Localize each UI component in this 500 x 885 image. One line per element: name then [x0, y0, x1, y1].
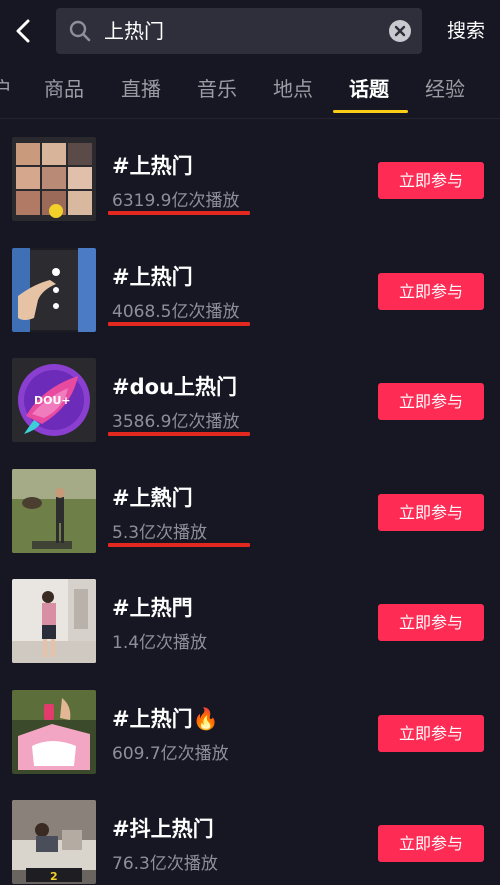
list-item[interactable]: #上热门🔥 609.7亿次播放 立即参与	[0, 679, 500, 790]
topic-views: 5.3亿次播放	[112, 522, 208, 543]
list-item[interactable]: #上热门 6319.9亿次播放 立即参与	[0, 126, 500, 237]
topic-views: 3586.9亿次播放	[112, 412, 240, 432]
topic-views: 4068.5亿次播放	[112, 301, 240, 322]
highlight-underline	[108, 432, 250, 436]
tab-live[interactable]: 直播	[121, 62, 161, 118]
highlight-underline	[108, 321, 250, 326]
dou-plus-logo-thumbnail: DOU+	[12, 358, 96, 442]
topic-title: #抖上热门	[112, 817, 214, 841]
category-tabs: 户 商品 直播 音乐 地点 话题 经验	[0, 62, 500, 118]
topic-title: #上热门	[112, 264, 193, 289]
tab-goods[interactable]: 商品	[44, 62, 84, 118]
tab-experience[interactable]: 经验	[425, 62, 465, 118]
search-icon	[69, 20, 91, 42]
topic-views: 76.3亿次播放	[112, 854, 218, 874]
join-button[interactable]: 立即参与	[378, 714, 484, 752]
topic-title: #上热门🔥	[112, 706, 219, 731]
topic-results-list: #上热门 6319.9亿次播放 立即参与 #上热门 4068.5亿次播放 立即参…	[0, 126, 500, 885]
join-button[interactable]: 立即参与	[378, 383, 484, 420]
phone-hand-thumbnail	[12, 247, 96, 332]
list-item[interactable]: #上热门 4068.5亿次播放 立即参与	[0, 237, 500, 348]
svg-text:DOU+: DOU+	[34, 394, 71, 407]
chevron-left-icon	[16, 19, 30, 43]
tabs-divider	[0, 118, 500, 119]
app-screen: 上热门 搜索 户 商品 直播 音乐 地点 话题 经验 #上热门 6319.9亿次…	[0, 0, 500, 885]
topic-title: #上热門	[112, 596, 193, 620]
indoor-video-thumbnail	[12, 579, 96, 663]
join-button[interactable]: 立即参与	[378, 825, 484, 862]
highlight-underline	[108, 542, 250, 547]
join-button[interactable]: 立即参与	[378, 272, 484, 310]
search-query-text: 上热门	[104, 19, 164, 43]
collage-thumbnail	[12, 137, 96, 221]
gift-box-thumbnail	[12, 689, 96, 774]
topic-title: #上熱门	[112, 485, 193, 510]
join-button[interactable]: 立即参与	[378, 162, 484, 199]
tab-music[interactable]: 音乐	[197, 62, 237, 118]
tab-places[interactable]: 地点	[273, 62, 313, 118]
outdoor-video-thumbnail	[12, 468, 96, 553]
list-item[interactable]: #上热門 1.4亿次播放 立即参与	[0, 568, 500, 679]
bedroom-video-thumbnail: 2	[12, 800, 96, 884]
join-button[interactable]: 立即参与	[378, 493, 484, 531]
topic-views: 1.4亿次播放	[112, 633, 208, 653]
topic-views: 609.7亿次播放	[112, 743, 229, 764]
svg-text:2: 2	[50, 870, 58, 883]
tab-users[interactable]: 户	[0, 62, 12, 118]
list-item[interactable]: DOU+ #dou上热门 3586.9亿次播放 立即参与	[0, 347, 500, 458]
back-button[interactable]	[6, 12, 40, 50]
clear-icon[interactable]	[388, 19, 412, 43]
join-button[interactable]: 立即参与	[378, 604, 484, 641]
topic-title: #上热门	[112, 154, 193, 178]
search-header: 上热门 搜索	[0, 0, 500, 62]
search-input[interactable]: 上热门	[56, 8, 422, 54]
topic-views: 6319.9亿次播放	[112, 191, 240, 211]
topic-title: #dou上热门	[112, 375, 238, 399]
list-item[interactable]: 2 #抖上热门 76.3亿次播放 立即参与	[0, 789, 500, 885]
list-item[interactable]: #上熱门 5.3亿次播放 立即参与	[0, 458, 500, 569]
active-tab-indicator	[333, 110, 408, 113]
highlight-underline	[108, 211, 250, 215]
search-submit-button[interactable]: 搜索	[440, 8, 492, 54]
